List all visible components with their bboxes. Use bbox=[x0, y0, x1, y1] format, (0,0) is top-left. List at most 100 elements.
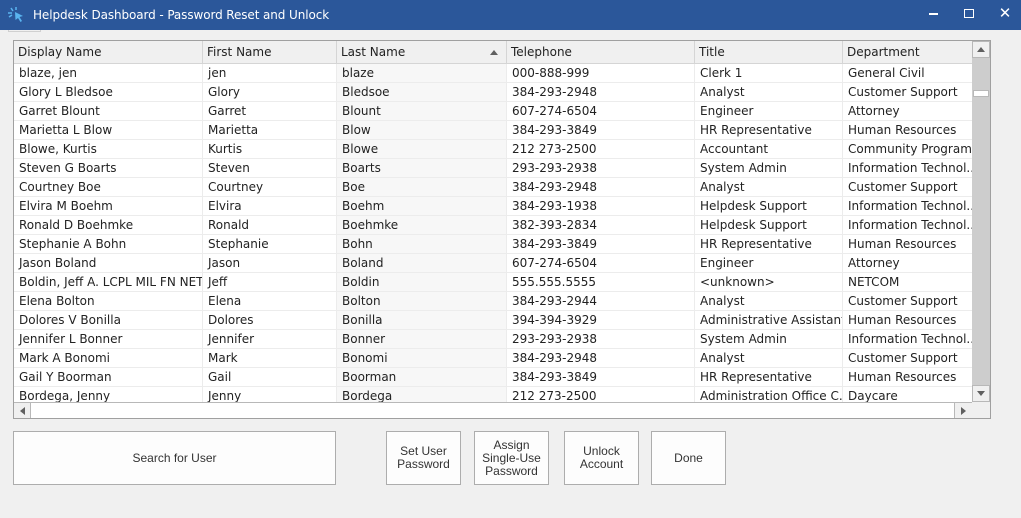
table-row[interactable]: Steven G Boarts Steven Boarts 293-293-2938 S… bbox=[14, 159, 972, 178]
cell-first-name[interactable]: Garret bbox=[203, 102, 337, 120]
cell-last-name[interactable]: Bledsoe bbox=[337, 83, 507, 101]
column-header-display-name[interactable]: Display Name bbox=[14, 41, 203, 64]
table-row[interactable]: Elena Bolton Elena Bolton 384-293-2944 Analy… bbox=[14, 292, 972, 311]
cell-title[interactable]: Engineer bbox=[695, 102, 843, 120]
cell-first-name[interactable]: Marietta bbox=[203, 121, 337, 139]
cell-display-name[interactable]: Courtney Boe bbox=[14, 178, 203, 196]
cell-title[interactable]: Accountant bbox=[695, 140, 843, 158]
cell-title[interactable]: Analyst bbox=[695, 292, 843, 310]
cell-title[interactable]: Helpdesk Support bbox=[695, 197, 843, 215]
cell-first-name[interactable]: Jennifer bbox=[203, 330, 337, 348]
horizontal-scroll-thumb[interactable] bbox=[31, 403, 954, 418]
cell-display-name[interactable]: Stephanie A Bohn bbox=[14, 235, 203, 253]
cell-first-name[interactable]: Stephanie bbox=[203, 235, 337, 253]
table-row[interactable]: Garret Blount Garret Blount 607-274-6504 Eng… bbox=[14, 102, 972, 121]
cell-last-name[interactable]: Bonner bbox=[337, 330, 507, 348]
table-row[interactable]: Jennifer L Bonner Jennifer Bonner 293-293-2… bbox=[14, 330, 972, 349]
cell-department[interactable]: Information Technol... bbox=[843, 330, 972, 348]
cell-first-name[interactable]: Courtney bbox=[203, 178, 337, 196]
cell-telephone[interactable]: 555.555.5555 bbox=[507, 273, 695, 291]
cell-display-name[interactable]: Jennifer L Bonner bbox=[14, 330, 203, 348]
cell-display-name[interactable]: Steven G Boarts bbox=[14, 159, 203, 177]
table-row[interactable]: Jason Boland Jason Boland 607-274-6504 Engin… bbox=[14, 254, 972, 273]
set-user-password-button[interactable]: Set User Password bbox=[386, 431, 461, 485]
cell-display-name[interactable]: Elena Bolton bbox=[14, 292, 203, 310]
cell-last-name[interactable]: Blowe bbox=[337, 140, 507, 158]
table-row[interactable]: Glory L Bledsoe Glory Bledsoe 384-293-2948 A… bbox=[14, 83, 972, 102]
table-row[interactable]: Marietta L Blow Marietta Blow 384-293-3849 H… bbox=[14, 121, 972, 140]
cell-display-name[interactable]: Ronald D Boehmke bbox=[14, 216, 203, 234]
cell-department[interactable]: Human Resources bbox=[843, 311, 972, 329]
cell-first-name[interactable]: Dolores bbox=[203, 311, 337, 329]
cell-first-name[interactable]: Mark bbox=[203, 349, 337, 367]
cell-last-name[interactable]: Boehmke bbox=[337, 216, 507, 234]
cell-title[interactable]: <unknown> bbox=[695, 273, 843, 291]
done-button[interactable]: Done bbox=[651, 431, 726, 485]
cell-telephone[interactable]: 384-293-2944 bbox=[507, 292, 695, 310]
scroll-left-button[interactable] bbox=[14, 403, 31, 418]
cell-telephone[interactable]: 384-293-3849 bbox=[507, 235, 695, 253]
table-row[interactable]: Bordega, Jenny Jenny Bordega 212 273-2500 Ad… bbox=[14, 387, 972, 402]
cell-title[interactable]: Engineer bbox=[695, 254, 843, 272]
cell-department[interactable]: Customer Support bbox=[843, 83, 972, 101]
cell-department[interactable]: Customer Support bbox=[843, 178, 972, 196]
cell-last-name[interactable]: Boldin bbox=[337, 273, 507, 291]
vertical-scrollbar[interactable] bbox=[972, 41, 990, 402]
close-button[interactable]: ✕ bbox=[987, 0, 1021, 26]
cell-title[interactable]: Administrative Assistant bbox=[695, 311, 843, 329]
cell-title[interactable]: HR Representative bbox=[695, 235, 843, 253]
cell-display-name[interactable]: Marietta L Blow bbox=[14, 121, 203, 139]
cell-first-name[interactable]: Gail bbox=[203, 368, 337, 386]
cell-title[interactable]: HR Representative bbox=[695, 368, 843, 386]
cell-department[interactable]: Information Technol... bbox=[843, 159, 972, 177]
cell-department[interactable]: Information Technol... bbox=[843, 197, 972, 215]
cell-display-name[interactable]: Glory L Bledsoe bbox=[14, 83, 203, 101]
cell-first-name[interactable]: Elvira bbox=[203, 197, 337, 215]
cell-department[interactable]: Daycare bbox=[843, 387, 972, 402]
table-row[interactable]: Elvira M Boehm Elvira Boehm 384-293-1938 Hel… bbox=[14, 197, 972, 216]
cell-telephone[interactable]: 607-274-6504 bbox=[507, 254, 695, 272]
cell-first-name[interactable]: Jenny bbox=[203, 387, 337, 402]
table-row[interactable]: blaze, jen jen blaze 000-888-999 Clerk 1 Gene… bbox=[14, 64, 972, 83]
cell-display-name[interactable]: Elvira M Boehm bbox=[14, 197, 203, 215]
maximize-button[interactable] bbox=[951, 0, 987, 26]
cell-last-name[interactable]: Boland bbox=[337, 254, 507, 272]
cell-department[interactable]: NETCOM bbox=[843, 273, 972, 291]
cell-last-name[interactable]: blaze bbox=[337, 64, 507, 82]
table-row[interactable]: Mark A Bonomi Mark Bonomi 384-293-2948 Analy… bbox=[14, 349, 972, 368]
cell-last-name[interactable]: Bonomi bbox=[337, 349, 507, 367]
minimize-button[interactable] bbox=[915, 0, 951, 26]
cell-department[interactable]: Information Technol... bbox=[843, 216, 972, 234]
cell-last-name[interactable]: Blow bbox=[337, 121, 507, 139]
unlock-account-button[interactable]: Unlock Account bbox=[564, 431, 639, 485]
scroll-right-button[interactable] bbox=[954, 403, 971, 418]
cell-display-name[interactable]: Bordega, Jenny bbox=[14, 387, 203, 402]
cell-first-name[interactable]: Kurtis bbox=[203, 140, 337, 158]
cell-telephone[interactable]: 000-888-999 bbox=[507, 64, 695, 82]
scroll-down-button[interactable] bbox=[972, 385, 990, 402]
cell-telephone[interactable]: 384-293-1938 bbox=[507, 197, 695, 215]
cell-title[interactable]: Analyst bbox=[695, 349, 843, 367]
cell-last-name[interactable]: Boe bbox=[337, 178, 507, 196]
cell-telephone[interactable]: 384-293-2948 bbox=[507, 83, 695, 101]
cell-display-name[interactable]: Mark A Bonomi bbox=[14, 349, 203, 367]
vertical-scroll-thumb[interactable] bbox=[973, 90, 989, 97]
cell-department[interactable]: Human Resources bbox=[843, 235, 972, 253]
cell-department[interactable]: Attorney bbox=[843, 254, 972, 272]
cell-telephone[interactable]: 382-393-2834 bbox=[507, 216, 695, 234]
table-row[interactable]: Stephanie A Bohn Stephanie Bohn 384-293-384… bbox=[14, 235, 972, 254]
cell-title[interactable]: System Admin bbox=[695, 330, 843, 348]
table-row[interactable]: Blowe, Kurtis Kurtis Blowe 212 273-2500 Acco… bbox=[14, 140, 972, 159]
cell-department[interactable]: Attorney bbox=[843, 102, 972, 120]
cell-department[interactable]: Human Resources bbox=[843, 121, 972, 139]
cell-telephone[interactable]: 607-274-6504 bbox=[507, 102, 695, 120]
table-row[interactable]: Boldin, Jeff A. LCPL MIL FN NET... Jeff Bo… bbox=[14, 273, 972, 292]
cell-display-name[interactable]: Boldin, Jeff A. LCPL MIL FN NET... bbox=[14, 273, 203, 291]
cell-title[interactable]: Analyst bbox=[695, 83, 843, 101]
cell-first-name[interactable]: Glory bbox=[203, 83, 337, 101]
cell-display-name[interactable]: Blowe, Kurtis bbox=[14, 140, 203, 158]
cell-department[interactable]: Customer Support bbox=[843, 349, 972, 367]
column-header-last-name[interactable]: Last Name bbox=[337, 41, 507, 64]
user-grid[interactable]: Display Name First Name Last Name Teleph… bbox=[13, 40, 991, 419]
cell-last-name[interactable]: Boorman bbox=[337, 368, 507, 386]
